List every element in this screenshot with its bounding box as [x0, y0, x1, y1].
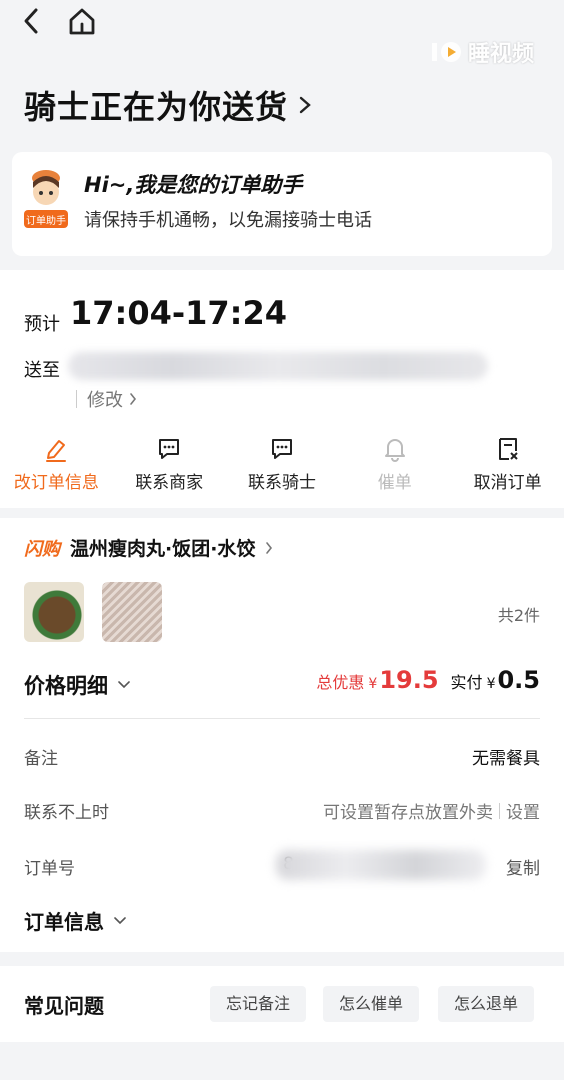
discount-currency: ¥ — [368, 676, 378, 692]
assistant-subtitle: 请保持手机通畅，以免漏接骑士电话 — [84, 210, 372, 231]
remark-label: 备注 — [24, 749, 58, 769]
paid-currency: ¥ — [486, 676, 496, 692]
order-actions: 改订单信息 联系商家 联系骑士 催单 取消订单 — [0, 436, 564, 496]
order-assistant-card: 订单助手 Hi~,我是您的订单助手 请保持手机通畅，以免漏接骑士电话 — [12, 152, 552, 256]
edit-icon — [46, 440, 67, 462]
divider-bar — [76, 390, 77, 408]
discount-label: 总优惠 — [316, 673, 365, 692]
back-arrow-icon[interactable] — [18, 6, 46, 36]
bell-icon — [384, 439, 405, 462]
unreachable-value: 可设置暂存点放置外卖 — [323, 803, 493, 823]
home-icon[interactable] — [66, 6, 98, 36]
unreachable-set-button[interactable]: 设置 — [506, 798, 540, 823]
divider-bar — [499, 802, 500, 819]
chevron-right-icon — [130, 393, 137, 405]
order-detail-card: 闪购 温州瘦肉丸·饭团·水饺 共2件 价格明细 总优惠 ¥ 19.5 实付 ¥ … — [0, 518, 564, 952]
order-info-label: 订单信息 — [24, 910, 104, 934]
status-title-text: 骑士正在为你送货 — [24, 88, 289, 126]
shop-name: 温州瘦肉丸·饭团·水饺 — [70, 538, 256, 560]
shop-link[interactable]: 闪购 温州瘦肉丸·饭团·水饺 — [24, 534, 273, 561]
chevron-down-icon — [114, 916, 126, 924]
contact-rider-label: 联系骑士 — [247, 473, 316, 493]
delivery-status-title[interactable]: 骑士正在为你送货 — [24, 82, 312, 128]
contact-merchant-label: 联系商家 — [135, 473, 204, 493]
chat-icon — [159, 439, 180, 459]
discount-value: 19.5 — [379, 666, 439, 694]
edit-order-button[interactable]: 改订单信息 — [0, 436, 113, 496]
paid-label: 实付 — [450, 673, 483, 692]
order-number-label: 订单号 — [24, 859, 75, 879]
edit-order-label: 改订单信息 — [13, 473, 99, 493]
cancel-order-button[interactable]: 取消订单 — [451, 436, 564, 496]
watermark-text: 睡视频 — [467, 42, 534, 67]
chevron-down-icon — [118, 681, 130, 689]
order-info-toggle[interactable]: 订单信息 — [24, 906, 126, 935]
cancel-doc-icon — [498, 438, 518, 460]
faq-title: 常见问题 — [24, 994, 104, 1018]
watermark-logo-icon — [431, 42, 461, 62]
address-label: 送至 — [24, 360, 60, 381]
unreachable-row: 联系不上时 可设置暂存点放置外卖 设置 — [24, 798, 540, 828]
price-totals: 总优惠 ¥ 19.5 实付 ¥ 0.5 — [316, 666, 540, 694]
item-thumbnail[interactable] — [102, 582, 162, 642]
watermark: 睡视频 — [430, 36, 534, 68]
chat-icon — [271, 439, 292, 459]
order-assistant-badge: 订单助手 — [26, 216, 66, 227]
urge-order-label: 催单 — [377, 473, 412, 493]
price-detail-toggle[interactable]: 价格明细 — [24, 670, 130, 700]
chevron-right-icon — [299, 96, 311, 114]
contact-rider-button[interactable]: 联系骑士 — [226, 436, 339, 496]
delivery-info-card: 预计 17:04-17:24 送至 修改 改订单信息 联系商家 联系骑士 催单 … — [0, 270, 564, 508]
faq-chip-urge-order[interactable]: 怎么催单 — [323, 986, 420, 1022]
remark-value: 无需餐具 — [472, 749, 540, 769]
order-number-redacted — [276, 850, 486, 880]
eta-time: 17:04-17:24 — [70, 294, 287, 332]
item-count: 共2件 — [497, 606, 540, 625]
eta-label: 预计 — [24, 314, 60, 335]
faq-card: 常见问题 忘记备注 怎么催单 怎么退单 — [0, 966, 564, 1042]
urge-order-button[interactable]: 催单 — [338, 436, 451, 496]
edit-address-link[interactable]: 修改 — [76, 386, 137, 412]
paid-value: 0.5 — [497, 666, 540, 694]
price-summary-row: 价格明细 总优惠 ¥ 19.5 实付 ¥ 0.5 — [24, 666, 540, 706]
section-divider — [24, 718, 540, 719]
faq-chip-refund[interactable]: 怎么退单 — [438, 986, 535, 1022]
item-thumbnail[interactable] — [24, 582, 84, 642]
price-detail-label: 价格明细 — [24, 674, 108, 698]
assistant-title: Hi~,我是您的订单助手 — [84, 173, 303, 197]
faq-chip-forgot-remark[interactable]: 忘记备注 — [210, 986, 307, 1022]
contact-merchant-button[interactable]: 联系商家 — [113, 436, 226, 496]
chevron-right-icon — [266, 541, 273, 554]
unreachable-label: 联系不上时 — [24, 803, 109, 823]
address-redacted — [68, 352, 488, 380]
unreachable-setting[interactable]: 可设置暂存点放置外卖 设置 — [323, 798, 540, 823]
shop-tag: 闪购 — [24, 538, 60, 560]
edit-address-label: 修改 — [87, 390, 123, 411]
top-bar: 睡视频 — [0, 0, 564, 67]
remark-row: 备注 无需餐具 — [24, 744, 540, 774]
cancel-order-label: 取消订单 — [473, 473, 542, 493]
copy-order-number-button[interactable]: 复制 — [506, 854, 540, 879]
order-number-row: 订单号 8 复制 — [24, 850, 540, 884]
